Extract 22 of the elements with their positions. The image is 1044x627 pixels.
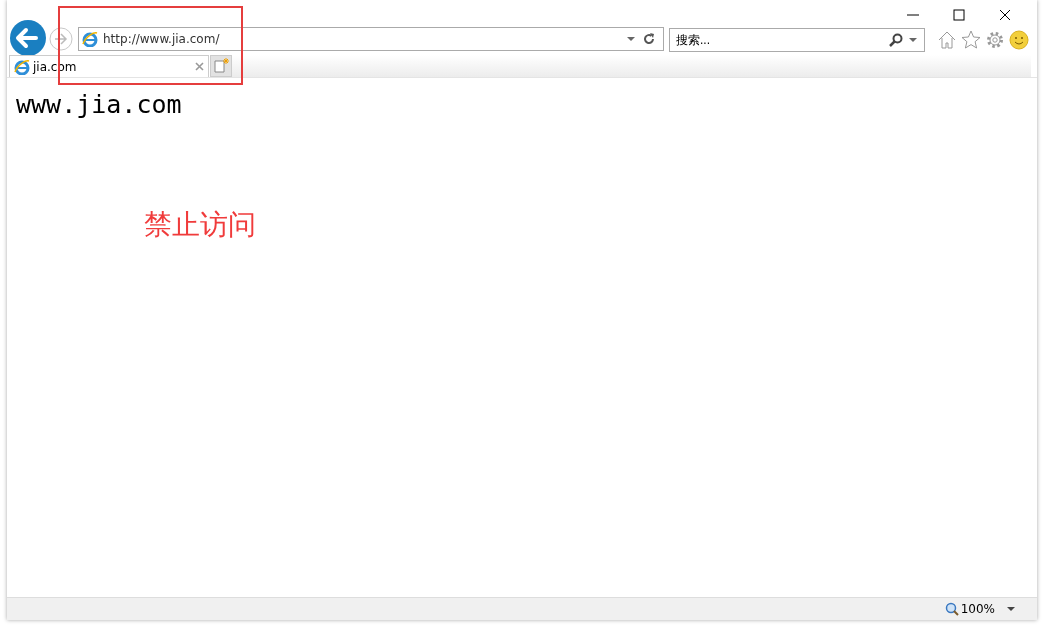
zoom-level[interactable]: 100%: [960, 602, 995, 616]
maximize-icon[interactable]: [953, 9, 965, 21]
browser-logo-icon: [14, 58, 30, 75]
close-icon[interactable]: [999, 9, 1011, 21]
browser-logo-icon: [82, 31, 98, 47]
star-icon[interactable]: [961, 30, 981, 50]
dropdown-caret-icon[interactable]: [909, 37, 917, 43]
dropdown-caret-icon[interactable]: [627, 36, 635, 42]
annotation-text: 禁止访问: [144, 208, 256, 242]
new-page-icon: [213, 58, 229, 74]
zoom-icon[interactable]: [944, 602, 959, 616]
search-field[interactable]: 搜索...: [669, 28, 925, 52]
forward-button[interactable]: [49, 27, 73, 51]
search-icon[interactable]: [889, 33, 903, 47]
address-field[interactable]: http://www.jia.com/: [78, 27, 664, 51]
smiley-icon[interactable]: [1009, 30, 1029, 50]
home-icon[interactable]: [937, 30, 957, 50]
page-heading: www.jia.com: [15, 89, 182, 119]
back-button[interactable]: [10, 20, 46, 56]
refresh-icon[interactable]: [642, 32, 656, 46]
settings-icon[interactable]: [985, 30, 1005, 50]
dropdown-caret-icon[interactable]: [1007, 606, 1015, 612]
